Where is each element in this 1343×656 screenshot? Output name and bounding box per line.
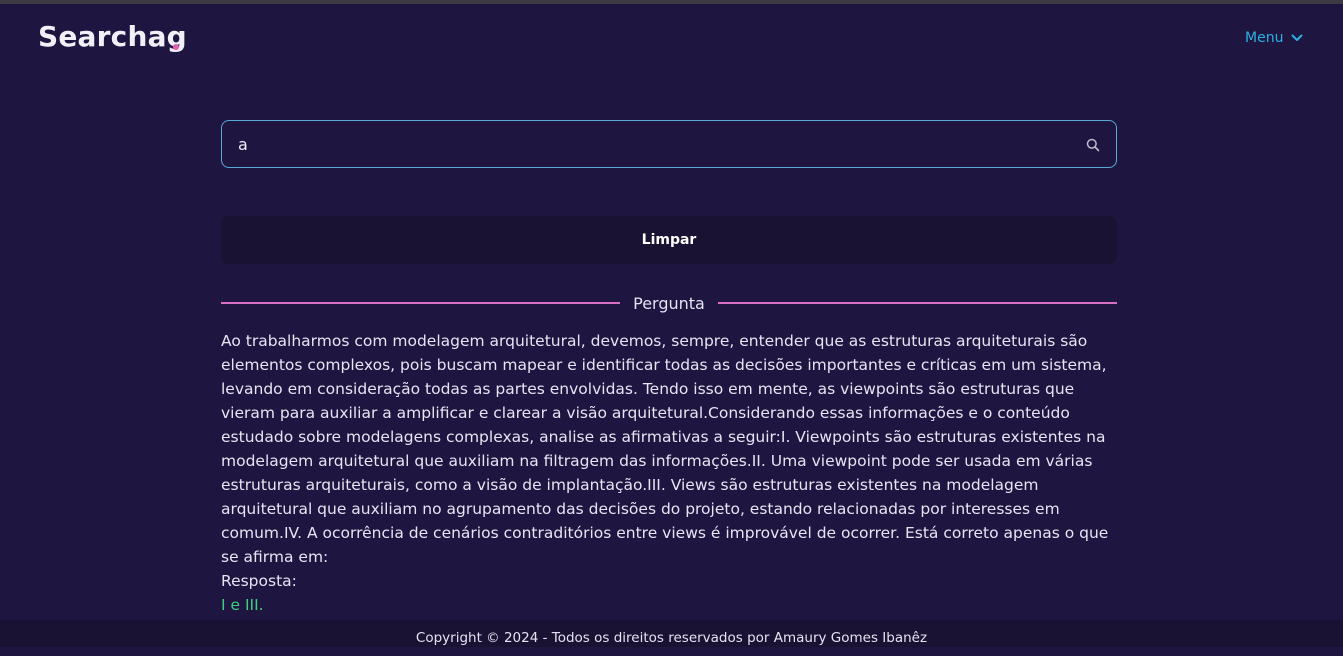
answer-label: Resposta:: [221, 572, 297, 590]
divider-line-right: [718, 302, 1117, 304]
search-icon[interactable]: [1086, 137, 1100, 156]
question-text: Ao trabalharmos com modelagem arquitetur…: [221, 332, 1109, 566]
menu-button[interactable]: Menu: [1245, 30, 1303, 46]
search-box: [221, 120, 1117, 168]
answer-value: I e III.: [221, 596, 264, 614]
logo-dot: [173, 44, 179, 50]
menu-label: Menu: [1245, 30, 1284, 46]
copyright-text: Copyright © 2024 - Todos os direitos res…: [415, 630, 928, 646]
search-input[interactable]: [238, 121, 1078, 167]
section-title: Pergunta: [633, 294, 705, 313]
chevron-down-icon: [1291, 34, 1303, 42]
section-divider: Pergunta: [221, 292, 1117, 316]
footer: Copyright © 2024 - Todos os direitos res…: [0, 620, 1343, 647]
logo[interactable]: Searchag: [38, 20, 187, 53]
divider-line-left: [221, 302, 620, 304]
clear-button[interactable]: Limpar: [221, 216, 1117, 264]
app-header: Searchag Menu: [0, 4, 1343, 74]
